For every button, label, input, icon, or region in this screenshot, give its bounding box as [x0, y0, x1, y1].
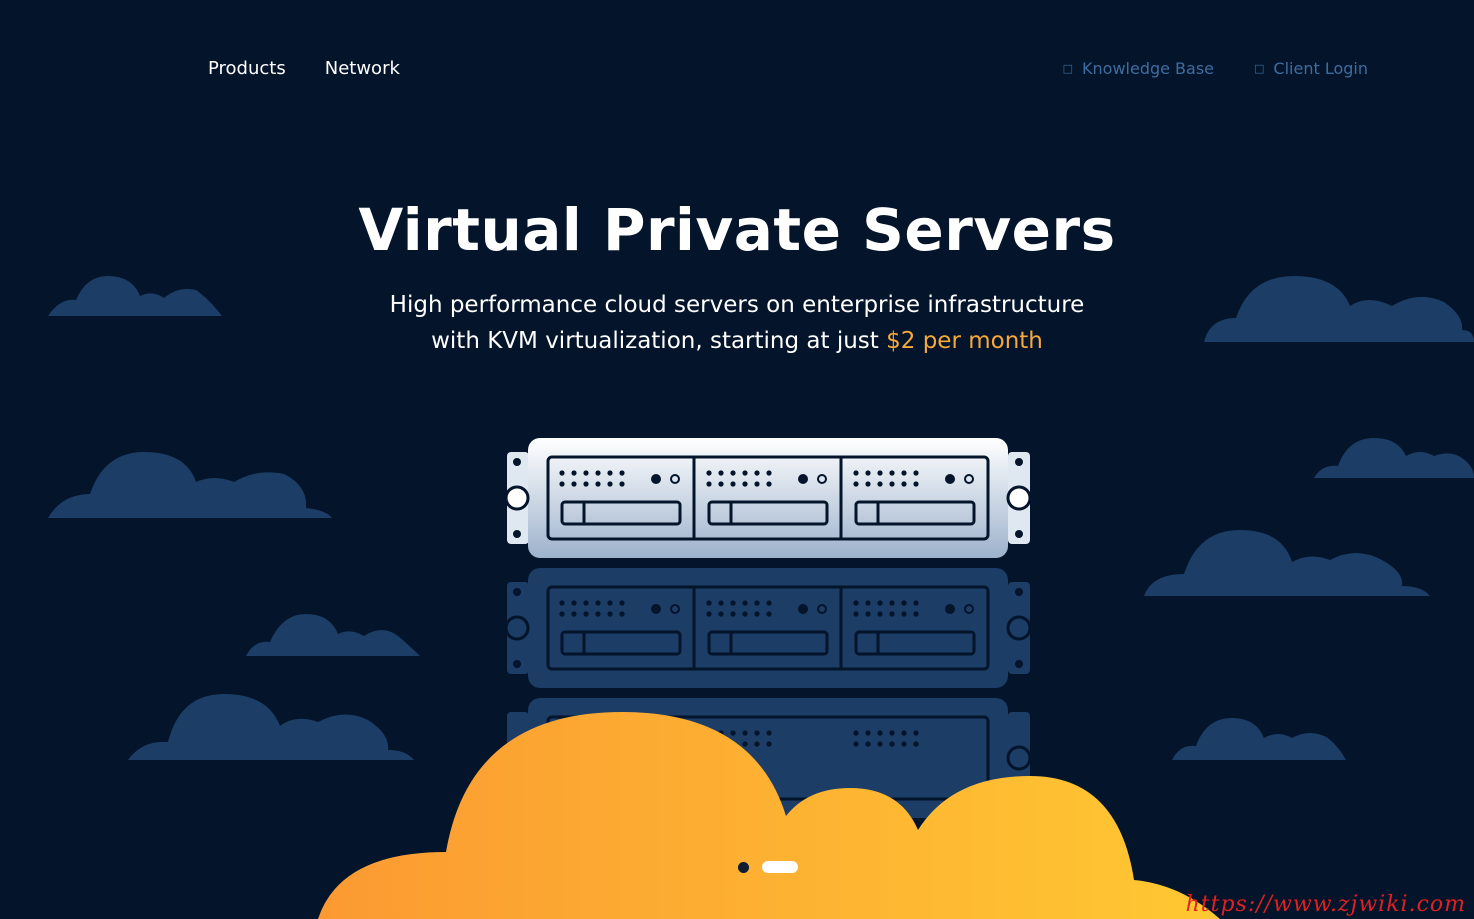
nav-knowledge-base[interactable]: □ Knowledge Base — [1063, 59, 1214, 78]
hero-price: $2 per month — [886, 328, 1043, 354]
cloud-left-4 — [128, 694, 414, 760]
server-unit-2 — [504, 568, 1032, 688]
cloud-left-2 — [48, 452, 332, 518]
hero-title: Virtual Private Servers — [358, 196, 1116, 264]
nav-network[interactable]: Network — [325, 58, 400, 79]
nav-client-login[interactable]: □ Client Login — [1254, 59, 1368, 78]
nav-client-login-label: Client Login — [1273, 59, 1368, 78]
cloud-left-3 — [246, 614, 420, 656]
hero-subtitle: High performance cloud servers on enterp… — [0, 287, 1474, 359]
slider-indicators — [738, 861, 798, 873]
server-unit-1 — [504, 438, 1032, 558]
primary-nav: Products Network — [208, 58, 400, 79]
secondary-nav: □ Knowledge Base □ Client Login — [1063, 59, 1368, 78]
hero-illustration — [48, 276, 1474, 919]
cloud-right-4 — [1172, 718, 1346, 760]
user-icon: □ — [1254, 62, 1265, 75]
cloud-right-3 — [1144, 530, 1430, 596]
nav-products[interactable]: Products — [208, 58, 286, 79]
slider-dot-1[interactable] — [738, 861, 749, 873]
cloud-right-2 — [1314, 438, 1474, 478]
hero-subtitle-line1: High performance cloud servers on enterp… — [389, 292, 1085, 318]
watermark: https://www.zjwiki.com — [1185, 892, 1466, 917]
slider-dot-2-active[interactable] — [762, 861, 798, 873]
book-icon: □ — [1062, 62, 1074, 75]
nav-knowledge-base-label: Knowledge Base — [1082, 59, 1215, 78]
hero-subtitle-line2: with KVM virtualization, starting at jus… — [431, 328, 887, 354]
